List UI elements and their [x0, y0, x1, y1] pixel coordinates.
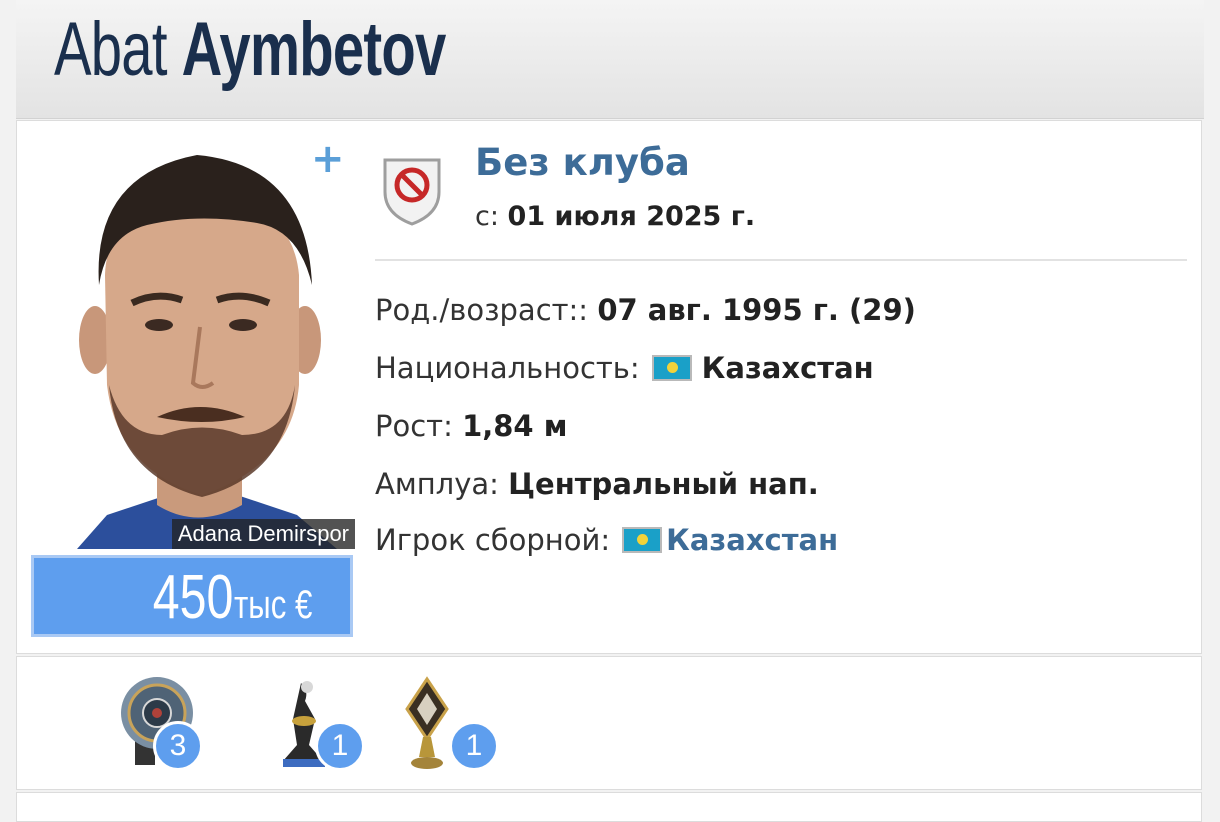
no-club-shield-icon: [383, 158, 441, 226]
birth-age-value: 07 авг. 1995 г. (29): [597, 293, 916, 327]
trophy-count-badge: 1: [315, 721, 365, 771]
trophy-item[interactable]: 3: [117, 675, 227, 771]
position-value: Центральный нап.: [508, 467, 819, 501]
height-value: 1,84 м: [462, 409, 568, 443]
position-row: Амплуа: Центральный нап.: [375, 467, 819, 501]
current-club-caption: Adana Demirspor: [171, 519, 355, 549]
player-name: Abat Aymbetov: [54, 6, 446, 93]
market-value-amount: 450: [152, 563, 234, 632]
club-since: с: 01 июля 2025 г.: [475, 201, 755, 232]
player-profile-card: Adana Demirspor + 450 тыс € Без клуба с:…: [16, 120, 1202, 654]
player-last-name: Aymbetov: [181, 7, 447, 92]
market-value-box[interactable]: 450 тыс €: [31, 555, 353, 637]
nationality-label: Национальность:: [375, 351, 640, 385]
trophy-count-badge: 3: [153, 721, 203, 771]
height-label: Рост:: [375, 409, 453, 443]
plus-icon[interactable]: +: [311, 139, 345, 179]
trophies-strip: 3 1 1: [16, 656, 1202, 790]
club-since-date: 01 июля 2025 г.: [507, 201, 756, 232]
nationality-row: Национальность: Казахстан: [375, 351, 874, 385]
national-team-link[interactable]: Казахстан: [666, 523, 838, 557]
player-portrait-image: [37, 135, 355, 549]
kazakhstan-flag-icon: [622, 527, 663, 553]
current-club-name[interactable]: Без клуба: [475, 141, 690, 184]
divider: [375, 259, 1187, 261]
height-row: Рост: 1,84 м: [375, 409, 567, 443]
kazakhstan-flag-icon: [651, 355, 692, 381]
club-since-label: с:: [475, 201, 499, 232]
market-value-unit: тыс €: [233, 583, 312, 627]
birth-age-label: Род./возраст::: [375, 293, 589, 327]
next-section-panel: [16, 792, 1202, 822]
national-team-label: Игрок сборной:: [375, 523, 611, 557]
player-photo[interactable]: Adana Demirspor: [37, 135, 355, 549]
page-header: Abat Aymbetov: [16, 0, 1204, 119]
position-label: Амплуа:: [375, 467, 499, 501]
national-team-row: Игрок сборной: Казахстан: [375, 523, 838, 557]
trophy-count-badge: 1: [449, 721, 499, 771]
nationality-value: Казахстан: [701, 351, 874, 385]
birth-age-row: Род./возраст:: 07 авг. 1995 г. (29): [375, 293, 916, 327]
trophy-item[interactable]: 1: [253, 675, 365, 771]
trophy-item[interactable]: 1: [397, 675, 507, 771]
player-first-name: Abat: [54, 7, 167, 92]
